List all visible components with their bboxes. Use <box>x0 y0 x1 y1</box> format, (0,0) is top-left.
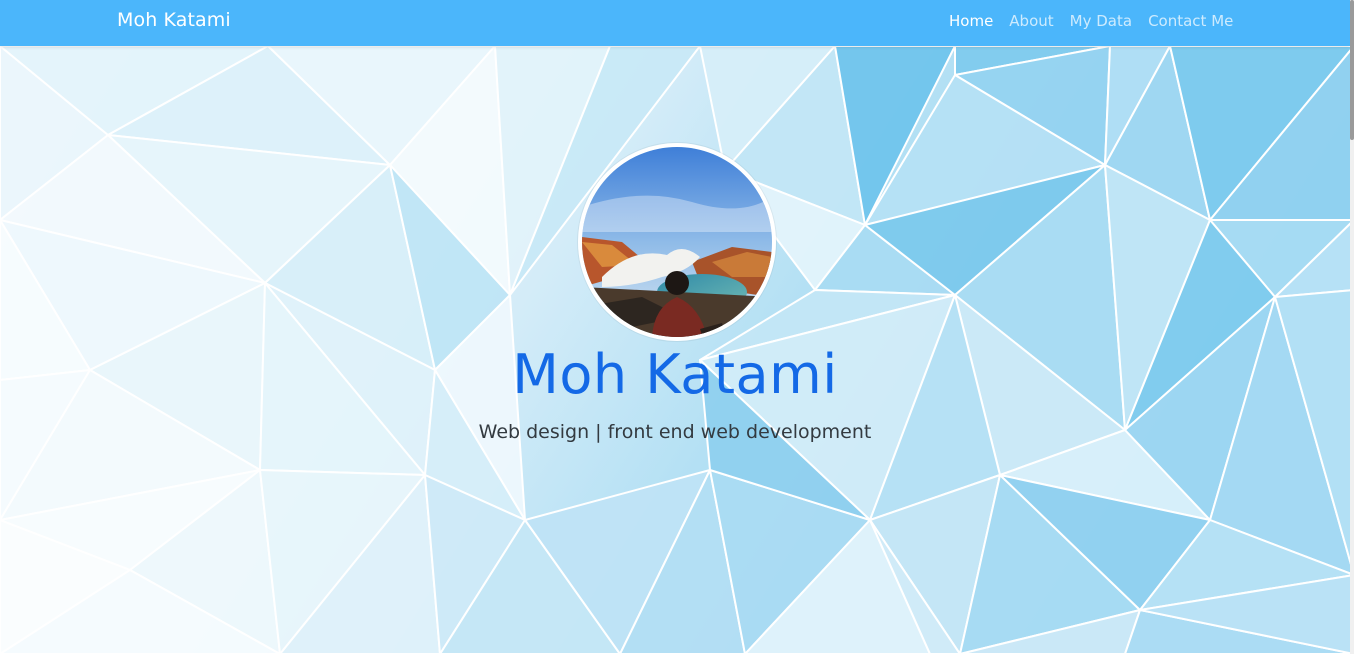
brand-link[interactable]: Moh Katami <box>117 9 231 31</box>
nav-link-contact-me[interactable]: Contact Me <box>1148 12 1233 30</box>
hero-section: Moh Katami Web design | front end web de… <box>0 46 1350 654</box>
scrollbar[interactable] <box>1350 0 1354 654</box>
nav-link-my-data[interactable]: My Data <box>1070 12 1132 30</box>
navbar: Moh Katami Home About My Data Contact Me <box>0 0 1350 46</box>
hero-tagline: Web design | front end web development <box>478 421 872 443</box>
nav-link-home[interactable]: Home <box>949 12 993 30</box>
nav-link-about[interactable]: About <box>1009 12 1053 30</box>
nav-links: Home About My Data Contact Me <box>949 12 1249 30</box>
profile-photo-icon <box>582 147 772 337</box>
scrollbar-thumb[interactable] <box>1350 0 1354 140</box>
hero-name: Moh Katami <box>512 343 838 406</box>
avatar <box>578 143 776 341</box>
page: Moh Katami Home About My Data Contact Me <box>0 0 1354 654</box>
